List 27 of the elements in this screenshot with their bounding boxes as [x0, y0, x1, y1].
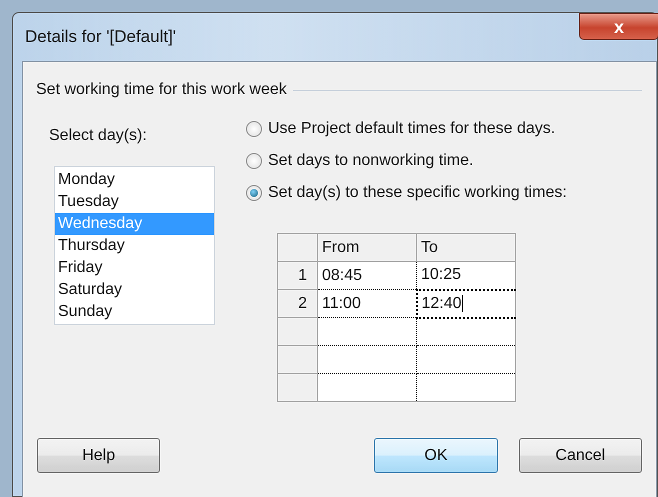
day-item[interactable]: Thursday [55, 235, 214, 257]
table-cell[interactable]: 08:45 [318, 262, 416, 290]
header-cell [278, 234, 318, 262]
column-header: From [318, 234, 416, 262]
group-title: Set working time for this work week [36, 80, 287, 100]
window-title: Details for '[Default]' [25, 26, 176, 48]
radio-button[interactable] [246, 121, 262, 137]
day-item[interactable]: Sunday [55, 301, 214, 323]
days-label: Select day(s): [49, 126, 148, 146]
radio-button[interactable] [246, 185, 262, 201]
day-item[interactable]: Monday [55, 169, 214, 191]
radio-label[interactable]: Set day(s) to these specific working times: [268, 181, 567, 205]
cancel-button[interactable]: Cancel [518, 438, 642, 473]
radio-label[interactable]: Set days to nonworking time. [268, 149, 474, 173]
day-item[interactable]: Friday [55, 257, 214, 279]
radio-label[interactable]: Use Project default times for these days. [268, 117, 556, 141]
day-item[interactable]: Tuesday [55, 191, 214, 213]
days-list[interactable]: Monday Tuesday Wednesday Thursday Friday Saturday Sunday [54, 166, 215, 325]
help-button[interactable]: Help [37, 438, 160, 473]
ok-button[interactable]: OK [374, 438, 498, 473]
row-number: 2 [278, 290, 318, 318]
column-header: To [416, 234, 516, 262]
close-button[interactable]: x [579, 13, 658, 40]
day-item[interactable]: Saturday [55, 279, 214, 301]
row-number: 1 [278, 262, 318, 290]
radio-button[interactable] [246, 153, 262, 169]
cell-input[interactable]: 12:40 [416, 290, 516, 318]
